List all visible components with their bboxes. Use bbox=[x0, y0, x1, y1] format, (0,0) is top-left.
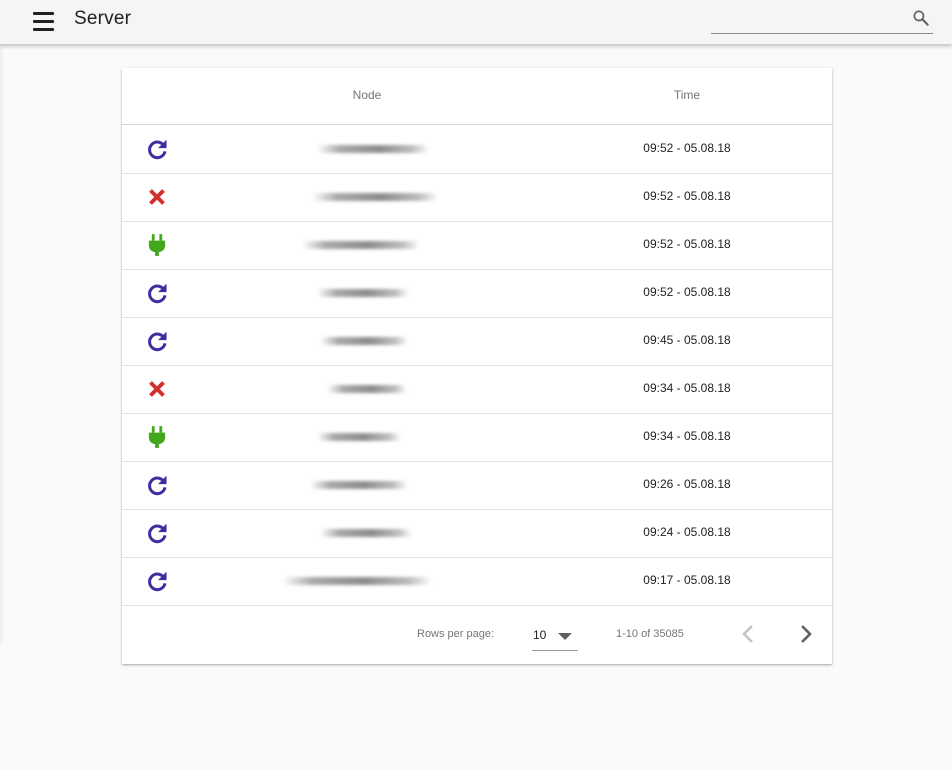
connect-icon bbox=[144, 424, 170, 450]
node-name-redacted bbox=[320, 529, 412, 537]
chevron-down-icon bbox=[558, 633, 572, 640]
table-row[interactable]: 09:17 - 05.08.18 bbox=[122, 557, 832, 606]
node-name-redacted bbox=[317, 145, 429, 153]
events-table-card: Node Time 09:52 - 05.08.18 09:52 - 05.08.… bbox=[122, 68, 832, 664]
time-cell: 09:17 - 05.08.18 bbox=[643, 573, 731, 587]
time-cell: 09:34 - 05.08.18 bbox=[643, 381, 731, 395]
error-icon bbox=[144, 184, 170, 210]
app-bar: Server bbox=[0, 0, 952, 44]
search-input[interactable] bbox=[711, 5, 905, 33]
table-pagination: Rows per page: 10 1-10 of 35085 bbox=[122, 606, 832, 664]
node-name-redacted bbox=[320, 337, 408, 345]
time-cell: 09:26 - 05.08.18 bbox=[643, 477, 731, 491]
search-icon[interactable] bbox=[911, 8, 931, 28]
pagination-range: 1-10 of 35085 bbox=[616, 628, 684, 640]
table-row[interactable]: 09:52 - 05.08.18 bbox=[122, 173, 832, 222]
time-cell: 09:52 - 05.08.18 bbox=[643, 237, 731, 251]
time-cell: 09:24 - 05.08.18 bbox=[643, 525, 731, 539]
restart-icon bbox=[144, 568, 170, 594]
time-cell: 09:52 - 05.08.18 bbox=[643, 285, 731, 299]
restart-icon bbox=[144, 520, 170, 546]
search-field[interactable] bbox=[711, 5, 933, 34]
restart-icon bbox=[144, 328, 170, 354]
restart-icon bbox=[144, 472, 170, 498]
table-row[interactable]: 09:24 - 05.08.18 bbox=[122, 509, 832, 558]
node-name-redacted bbox=[310, 481, 408, 489]
drawer-edge bbox=[0, 44, 4, 644]
error-icon bbox=[144, 376, 170, 402]
node-name-redacted bbox=[317, 433, 401, 441]
node-name-redacted bbox=[327, 385, 407, 393]
rows-per-page-label: Rows per page: bbox=[417, 628, 495, 640]
next-page-button[interactable] bbox=[794, 622, 818, 646]
page-title: Server bbox=[74, 8, 132, 29]
table-row[interactable]: 09:34 - 05.08.18 bbox=[122, 413, 832, 462]
node-name-redacted bbox=[302, 241, 420, 249]
table-row[interactable]: 09:26 - 05.08.18 bbox=[122, 461, 832, 510]
column-header-time[interactable]: Time bbox=[602, 88, 772, 102]
connect-icon bbox=[144, 232, 170, 258]
time-cell: 09:52 - 05.08.18 bbox=[643, 141, 731, 155]
rows-per-page-select[interactable]: 10 bbox=[532, 620, 578, 651]
time-cell: 09:45 - 05.08.18 bbox=[643, 333, 731, 347]
table-row[interactable]: 09:45 - 05.08.18 bbox=[122, 317, 832, 366]
node-name-redacted bbox=[312, 193, 438, 201]
menu-icon[interactable] bbox=[33, 10, 55, 32]
time-cell: 09:34 - 05.08.18 bbox=[643, 429, 731, 443]
table-header: Node Time bbox=[122, 68, 832, 125]
column-header-node[interactable]: Node bbox=[272, 88, 462, 102]
table-row[interactable]: 09:52 - 05.08.18 bbox=[122, 269, 832, 318]
node-name-redacted bbox=[282, 577, 432, 585]
time-cell: 09:52 - 05.08.18 bbox=[643, 189, 731, 203]
table-row[interactable]: 09:52 - 05.08.18 bbox=[122, 221, 832, 270]
previous-page-button[interactable] bbox=[736, 622, 760, 646]
node-name-redacted bbox=[317, 289, 409, 297]
table-row[interactable]: 09:34 - 05.08.18 bbox=[122, 365, 832, 414]
table-row[interactable]: 09:52 - 05.08.18 bbox=[122, 125, 832, 174]
restart-icon bbox=[144, 136, 170, 162]
rows-per-page-value: 10 bbox=[533, 628, 547, 642]
restart-icon bbox=[144, 280, 170, 306]
